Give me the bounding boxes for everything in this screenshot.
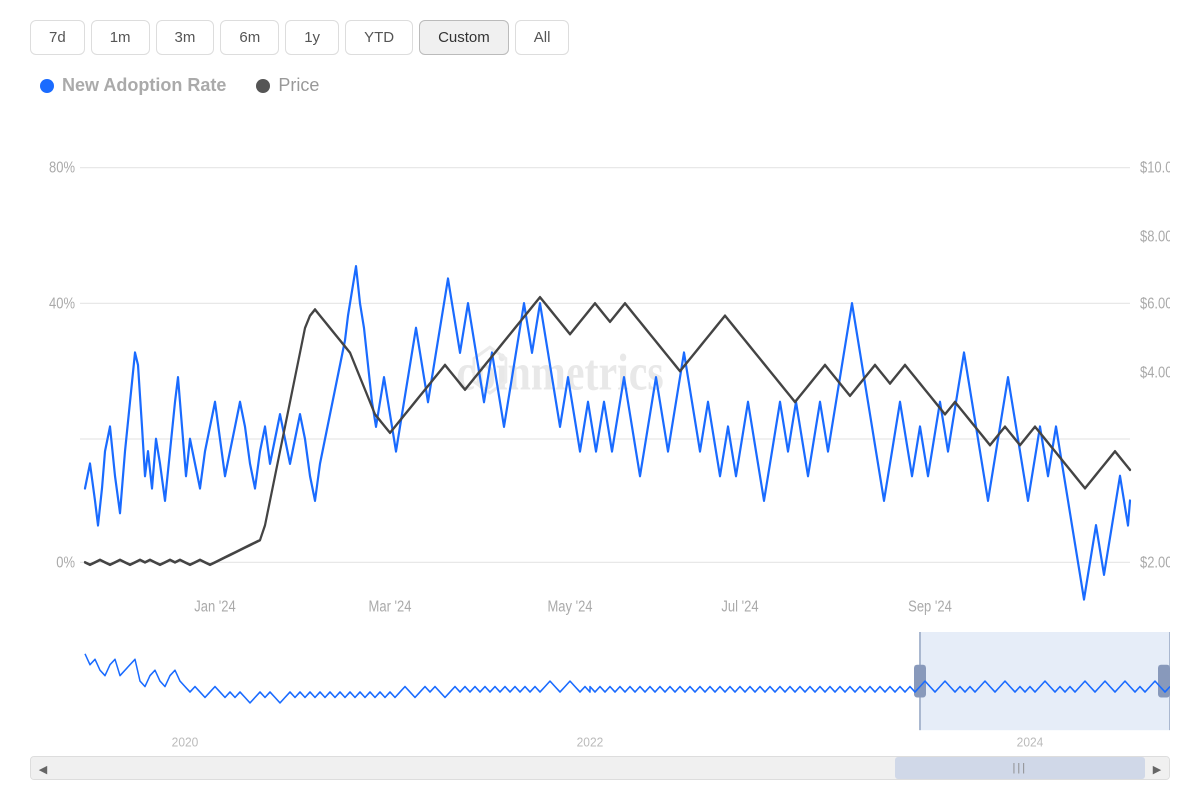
svg-text:May '24: May '24: [547, 598, 592, 616]
svg-text:$4.00: $4.00: [1140, 364, 1170, 382]
svg-text:2024: 2024: [1017, 735, 1044, 750]
scroll-left-arrow[interactable]: ◀: [31, 757, 55, 780]
svg-text:40%: 40%: [49, 295, 75, 313]
filter-7d[interactable]: 7d: [30, 20, 85, 55]
svg-text:$10.00: $10.00: [1140, 159, 1170, 177]
time-filter-bar: 7d 1m 3m 6m 1y YTD Custom All: [30, 20, 1170, 55]
filter-ytd[interactable]: YTD: [345, 20, 413, 55]
mini-chart-wrapper[interactable]: 2020 2022 2024: [30, 632, 1170, 752]
legend-label-price: Price: [278, 75, 319, 96]
scrollbar-track[interactable]: ◀ ||| ▶: [30, 756, 1170, 780]
legend-dot-price: [256, 79, 270, 93]
svg-text:2020: 2020: [172, 735, 199, 750]
legend-dot-adoption: [40, 79, 54, 93]
svg-text:Jul '24: Jul '24: [721, 598, 758, 616]
chart-area: 80% 40% 0% $10.00 $8.00 $6.00 $4.00 $2.0…: [30, 106, 1170, 780]
chart-legend: New Adoption Rate Price: [30, 75, 1170, 96]
svg-text:2022: 2022: [577, 735, 604, 750]
filter-custom[interactable]: Custom: [419, 20, 509, 55]
legend-item-price: Price: [256, 75, 319, 96]
filter-3m[interactable]: 3m: [156, 20, 215, 55]
svg-text:$2.00: $2.00: [1140, 554, 1170, 572]
filter-all[interactable]: All: [515, 20, 570, 55]
scrollbar-thumb[interactable]: |||: [895, 757, 1145, 779]
svg-text:$6.00: $6.00: [1140, 295, 1170, 313]
scrollbar-handle-icon: |||: [1013, 762, 1028, 774]
svg-text:0%: 0%: [56, 554, 75, 572]
mini-chart-svg: 2020 2022 2024: [30, 632, 1170, 752]
filter-6m[interactable]: 6m: [220, 20, 279, 55]
legend-item-adoption: New Adoption Rate: [40, 75, 226, 96]
svg-text:$8.00: $8.00: [1140, 228, 1170, 246]
legend-label-adoption: New Adoption Rate: [62, 75, 226, 96]
main-chart-svg: 80% 40% 0% $10.00 $8.00 $6.00 $4.00 $2.0…: [30, 106, 1170, 624]
svg-text:Sep '24: Sep '24: [908, 598, 952, 616]
main-container: 7d 1m 3m 6m 1y YTD Custom All New Adopti…: [0, 0, 1200, 800]
filter-1y[interactable]: 1y: [285, 20, 339, 55]
main-chart-wrapper[interactable]: 80% 40% 0% $10.00 $8.00 $6.00 $4.00 $2.0…: [30, 106, 1170, 624]
filter-1m[interactable]: 1m: [91, 20, 150, 55]
svg-text:80%: 80%: [49, 159, 75, 177]
scroll-right-arrow[interactable]: ▶: [1145, 757, 1169, 780]
svg-text:Mar '24: Mar '24: [369, 598, 412, 616]
svg-text:Jan '24: Jan '24: [194, 598, 235, 616]
scrollbar-container[interactable]: ◀ ||| ▶: [30, 756, 1170, 780]
